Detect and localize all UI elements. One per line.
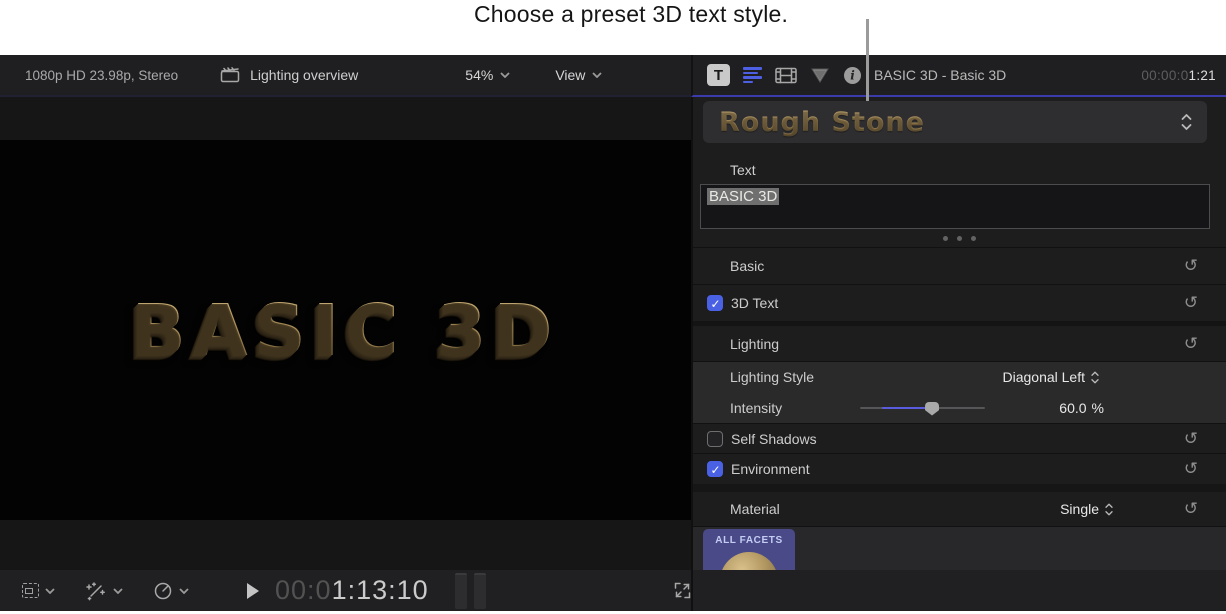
- viewer-header: 1080p HD 23.98p, Stereo Lighting overvie…: [0, 55, 691, 97]
- slider-handle[interactable]: [925, 402, 939, 416]
- svg-text:i: i: [850, 68, 855, 82]
- viewer-pane: BASIC 3D: [0, 97, 691, 570]
- content-area: BASIC 3D Rough Stone Text BASIC 3D: [0, 97, 1226, 570]
- viewer-letterbox-bottom: [0, 520, 691, 570]
- timecode-dim-part: 00:0: [275, 575, 332, 605]
- chevron-down-icon: [113, 588, 123, 594]
- inspector-tab-bar: T: [707, 64, 862, 86]
- reset-icon[interactable]: ↺: [1180, 334, 1202, 354]
- project-format-info: 1080p HD 23.98p, Stereo: [25, 68, 178, 83]
- magic-wand-icon: [85, 581, 107, 601]
- material-row: Material Single ↺: [693, 492, 1226, 526]
- material-value: Single: [1060, 501, 1099, 517]
- material-all-facets-tab[interactable]: ALL FACETS: [703, 529, 795, 570]
- chevron-down-icon: [500, 72, 510, 78]
- tab-color-inspector[interactable]: [810, 67, 830, 84]
- retime-gauge-icon: [153, 581, 173, 601]
- updown-chevrons-icon: [1180, 112, 1193, 132]
- reset-icon[interactable]: ↺: [1180, 459, 1202, 479]
- inspector-title: BASIC 3D - Basic 3D: [874, 67, 1006, 83]
- self-shadows-row: Self Shadows ↺: [693, 424, 1226, 453]
- intensity-value[interactable]: 60.0: [1035, 400, 1087, 416]
- inspector-pane: Rough Stone Text BASIC 3D Basic ↺: [693, 97, 1226, 570]
- intensity-label: Intensity: [730, 400, 782, 416]
- playhead-timecode[interactable]: 00:01:13:10: [275, 575, 429, 606]
- chevron-down-icon: [45, 588, 55, 594]
- view-dropdown[interactable]: View: [555, 67, 602, 83]
- reset-icon[interactable]: ↺: [1180, 499, 1202, 519]
- top-header-bar: 1080p HD 23.98p, Stereo Lighting overvie…: [0, 55, 1226, 97]
- environment-label: Environment: [731, 461, 810, 477]
- viewer-letterbox-top: [0, 97, 691, 140]
- annotation-caption: Choose a preset 3D text style.: [474, 1, 788, 28]
- chevron-down-icon: [592, 72, 602, 78]
- inspector-timecode: 00:00:01:21: [1141, 68, 1216, 83]
- intensity-row: Intensity 60.0 %: [693, 392, 1226, 423]
- timecode-dim-part: 00:00:0: [1141, 68, 1188, 83]
- trim-options-button[interactable]: [22, 583, 55, 598]
- selected-text: BASIC 3D: [707, 188, 779, 205]
- material-tab-label: ALL FACETS: [703, 535, 795, 546]
- audio-meters[interactable]: [455, 573, 486, 609]
- preset-style-dropdown[interactable]: Rough Stone: [703, 101, 1207, 143]
- reset-icon[interactable]: ↺: [1180, 429, 1202, 449]
- updown-chevrons-icon: [1104, 502, 1114, 517]
- viewer-bottom-toolbar: 00:01:13:10: [0, 570, 1226, 611]
- 3d-text-row: 3D Text ↺: [693, 285, 1226, 321]
- material-sphere-preview: [720, 552, 778, 570]
- reset-icon[interactable]: ↺: [1180, 293, 1202, 313]
- environment-row: Environment ↺: [693, 454, 1226, 484]
- fullscreen-expand-icon[interactable]: [672, 580, 693, 601]
- material-popup[interactable]: Single: [1060, 501, 1114, 517]
- preset-dropdown-wrap: Rough Stone: [693, 97, 1226, 143]
- lighting-style-popup[interactable]: Diagonal Left: [1002, 369, 1100, 385]
- lighting-section-label: Lighting: [730, 336, 779, 352]
- clapperboard-icon: [220, 67, 240, 83]
- material-preview-strip: ALL FACETS: [693, 527, 1226, 570]
- reset-icon[interactable]: ↺: [1180, 256, 1202, 276]
- lighting-style-value: Diagonal Left: [1002, 369, 1085, 385]
- view-label: View: [555, 67, 585, 83]
- lighting-style-label: Lighting Style: [730, 369, 814, 385]
- lighting-style-row: Lighting Style Diagonal Left: [693, 362, 1226, 392]
- basic-section-label: Basic: [730, 258, 764, 274]
- play-button[interactable]: [247, 583, 259, 599]
- updown-chevrons-icon: [1090, 370, 1100, 385]
- tab-text-inspector[interactable]: T: [707, 64, 730, 86]
- preset-style-value: Rough Stone: [719, 107, 925, 138]
- lighting-section-row: Lighting ↺: [693, 326, 1226, 361]
- timecode-bright-part: 1:21: [1189, 68, 1216, 83]
- pane-divider-bottom: [691, 570, 693, 611]
- tab-info-inspector[interactable]: i: [843, 66, 862, 85]
- intensity-slider[interactable]: [860, 401, 985, 415]
- zoom-level-dropdown[interactable]: 54%: [465, 67, 510, 83]
- canvas-3d-title-text: BASIC 3D: [132, 289, 560, 372]
- self-shadows-checkbox[interactable]: [707, 431, 723, 447]
- screenshot-stage: Choose a preset 3D text style. 1080p HD …: [0, 0, 1226, 614]
- self-shadows-label: Self Shadows: [731, 431, 817, 447]
- material-label: Material: [730, 501, 780, 517]
- 3d-text-label: 3D Text: [731, 295, 778, 311]
- trim-icon: [22, 583, 39, 598]
- app-window: 1080p HD 23.98p, Stereo Lighting overvie…: [0, 55, 1226, 611]
- intensity-unit: %: [1092, 400, 1104, 416]
- 3d-text-checkbox[interactable]: [707, 295, 723, 311]
- text-section-label: Text: [693, 143, 1226, 184]
- tab-text-format[interactable]: [743, 67, 762, 83]
- clip-name: Lighting overview: [250, 67, 358, 83]
- retime-button[interactable]: [153, 581, 189, 601]
- textbox-resize-handle[interactable]: [693, 229, 1226, 247]
- enhancements-button[interactable]: [85, 581, 123, 601]
- chevron-down-icon: [179, 588, 189, 594]
- inspector-header: T: [691, 55, 1226, 97]
- tab-video-inspector[interactable]: [775, 67, 797, 84]
- text-value-field[interactable]: BASIC 3D: [700, 184, 1210, 229]
- environment-checkbox[interactable]: [707, 461, 723, 477]
- basic-section-row: Basic ↺: [693, 248, 1226, 284]
- zoom-level-value: 54%: [465, 67, 493, 83]
- annotation-pointer-line: [866, 19, 869, 101]
- viewer-canvas[interactable]: BASIC 3D: [0, 140, 691, 520]
- timecode-bright-part: 1:13:10: [332, 575, 429, 605]
